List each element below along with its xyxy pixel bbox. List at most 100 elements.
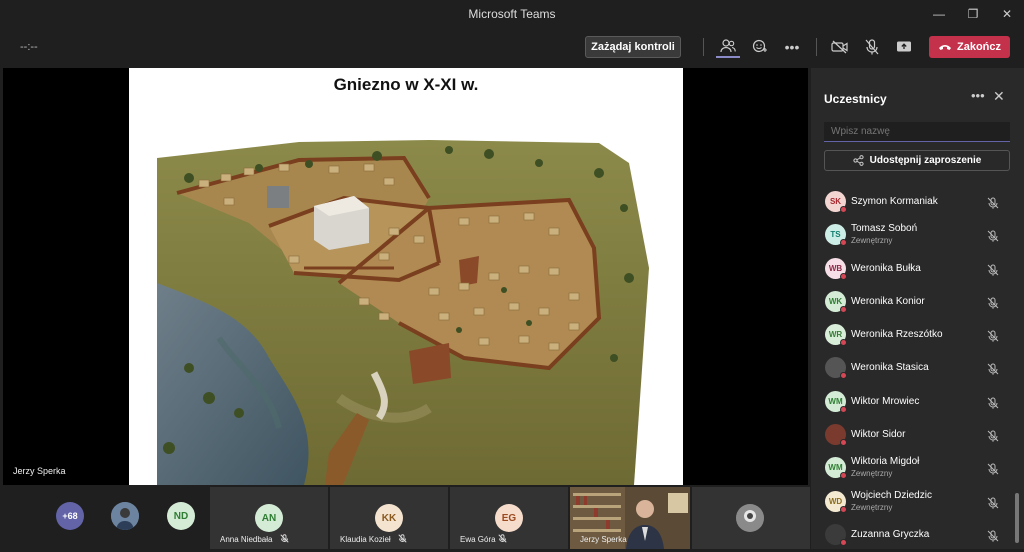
video-gallery: +68 ND AN Anna Niedbała KK Klaudia Kozieł EG… [0,485,810,549]
request-control-button[interactable]: Zażądaj kontroli [585,36,681,58]
presence-badge [840,239,847,247]
presence-badge [840,472,847,480]
participant-row[interactable]: Weronika Stasica [811,352,1014,385]
participant-avatar-nd[interactable]: ND [167,502,195,530]
video-tile[interactable]: AN Anna Niedbała [210,487,328,549]
presenter-name: Jerzy Sperka [13,466,66,476]
mic-muted-icon [498,534,507,543]
end-call-button[interactable]: Zakończ [929,36,1010,58]
participant-row[interactable]: WD Wojciech Dziedzic Zewnętrzny [811,486,1014,519]
mic-muted-icon [398,534,407,543]
more-actions-icon[interactable]: ••• [780,36,804,58]
mic-muted-icon[interactable] [987,263,999,276]
participants-icon[interactable] [716,36,740,58]
video-tile-extra[interactable] [692,487,810,549]
title-bar: Microsoft Teams — ❐ ✕ [0,0,1024,28]
tile-participant-name: Anna Niedbała [220,535,273,544]
presence-badge [840,206,847,213]
presence-badge [840,272,847,280]
video-tile[interactable]: Jerzy Sperka [570,487,690,549]
participant-name: Wojciech Dziedzic [851,489,932,501]
mic-muted-icon[interactable] [987,362,999,376]
mic-muted-icon [280,534,289,543]
close-window-icon[interactable]: ✕ [990,0,1024,28]
participant-name: Weronika Bułka [851,262,921,274]
participant-name: Weronika Stasica [851,362,929,374]
participant-row[interactable]: WR Weronika Rzeszótko [811,319,1014,352]
meeting-toolbar: --:-- Zażądaj kontroli ••• Zakończ [0,28,1024,68]
participant-row[interactable]: TS Tomasz Soboń Zewnętrzny [811,219,1014,252]
panel-more-icon[interactable]: ••• [971,88,985,103]
mic-muted-icon[interactable] [987,462,999,476]
participant-avatar: AN [255,504,283,532]
participant-avatar: KK [375,504,403,532]
reactions-icon[interactable] [748,36,772,58]
video-tile[interactable]: EG Ewa Góra [450,487,568,549]
tile-participant-name: Ewa Góra [460,535,496,544]
mic-muted-icon[interactable] [987,296,999,309]
presentation-slide: Gniezno w X-XI w. [129,68,683,485]
participant-external-tag: Zewnętrzny [851,236,893,246]
toolbar-divider [703,38,704,56]
mic-muted-icon[interactable] [987,329,999,342]
participant-row[interactable]: WB Weronika Bułka [811,253,1014,286]
end-call-label: Zakończ [956,41,1001,53]
window-controls: — ❐ ✕ [922,0,1024,28]
share-invite-button[interactable]: Udostępnij zaproszenie [824,150,1010,171]
participant-name: Wiktor Sidor [851,429,906,441]
participants-panel: Uczestnicy ••• ✕ Udostępnij zaproszenie … [811,68,1024,549]
participant-row[interactable]: WK Weronika Konior [811,286,1014,319]
toolbar-divider [816,38,817,56]
participant-name: Weronika Konior [851,295,925,307]
shared-screen: Gniezno w X-XI w. Jerzy Sperka [3,68,808,485]
mic-off-icon[interactable] [860,36,884,58]
tile-participant-name: Jerzy Sperka [580,535,627,544]
share-icon [853,155,864,166]
participant-name: Wiktoria Migdoł [851,456,920,468]
camera-off-icon[interactable] [828,36,852,58]
participant-external-tag: Zewnętrzny [851,502,893,512]
maximize-icon[interactable]: ❐ [956,0,990,28]
video-tile[interactable]: KK Klaudia Kozieł [330,487,448,549]
hang-up-icon [938,45,951,50]
participant-row[interactable]: Wiktor Sidor [811,419,1014,452]
call-timer: --:-- [20,41,38,53]
participant-name: Zuzanna Gryczka [851,528,930,540]
participant-row[interactable]: WM Wiktoria Migdoł Zewnętrzny [811,452,1014,485]
window-title: Microsoft Teams [468,7,556,21]
presence-badge [840,439,847,447]
participant-avatar: EG [495,504,523,532]
more-participants-badge[interactable]: +68 [56,502,84,530]
mic-muted-icon[interactable] [987,229,999,243]
panel-close-icon[interactable]: ✕ [993,88,1005,105]
mic-muted-icon[interactable] [987,529,999,542]
mic-muted-icon[interactable] [987,496,999,509]
tile-participant-name: Klaudia Kozieł [340,535,391,544]
participant-row[interactable]: Zuzanna Gryczka [811,519,1014,552]
participant-list-scrollbar[interactable] [1015,493,1019,543]
presence-badge [840,538,847,546]
stronghold-model-illustration [157,140,649,485]
mic-muted-icon[interactable] [987,396,999,409]
participant-photo-avatar [736,504,764,532]
participant-row[interactable]: SK Szymon Kormaniak [811,186,1014,219]
participant-list: SK Szymon Kormaniak TS Tomasz Soboń Zewnętrz… [811,186,1014,552]
participant-search-input[interactable] [824,122,1010,142]
panel-title: Uczestnicy [824,92,887,106]
participant-name: Weronika Rzeszótko [851,329,943,341]
participant-name: Tomasz Soboń [851,223,918,235]
presence-badge [840,339,847,347]
share-invite-label: Udostępnij zaproszenie [869,155,982,166]
mic-muted-icon[interactable] [987,429,999,442]
presence-badge [840,372,847,380]
participant-name: Szymon Kormaniak [851,196,938,207]
minimize-icon[interactable]: — [922,0,956,28]
share-screen-icon[interactable] [892,36,916,58]
participant-photo-avatar[interactable] [111,502,139,530]
participant-external-tag: Zewnętrzny [851,469,893,479]
participant-row[interactable]: WM Wiktor Mrowiec [811,386,1014,419]
participant-name: Wiktor Mrowiec [851,395,920,407]
presence-badge [840,405,847,413]
mic-muted-icon[interactable] [987,196,999,209]
presence-badge [840,305,847,313]
